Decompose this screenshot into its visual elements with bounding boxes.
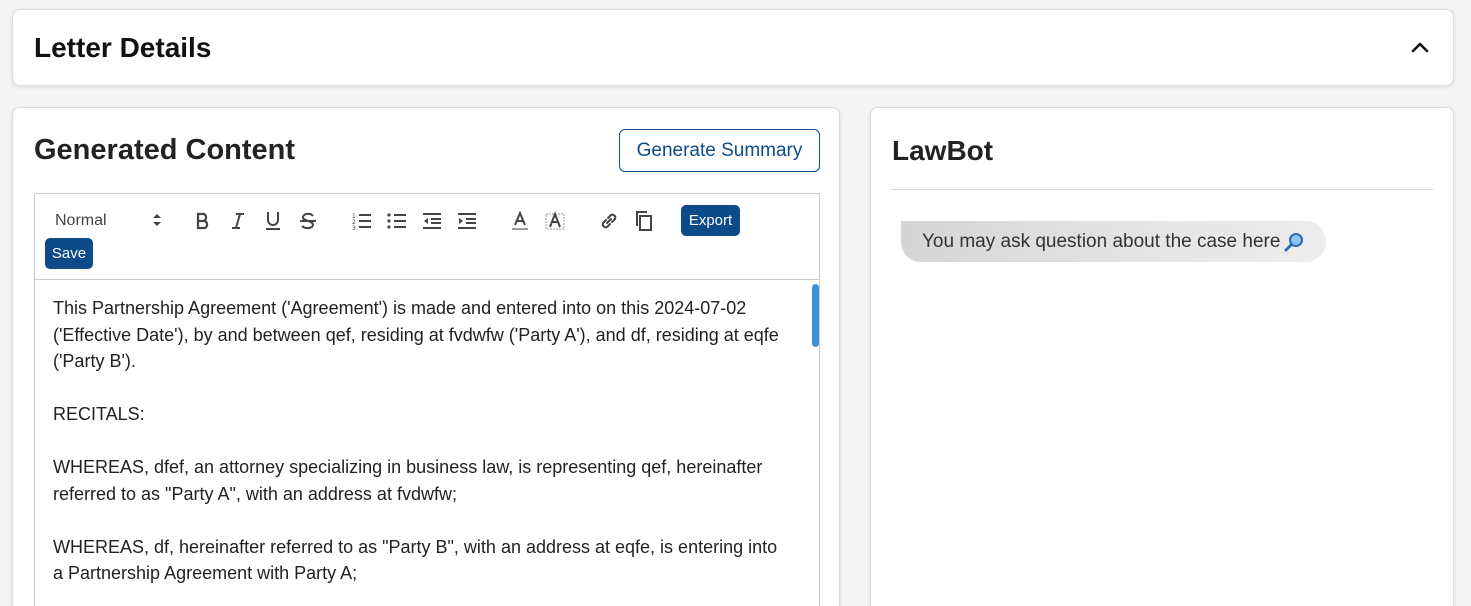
italic-icon[interactable]: [226, 209, 250, 233]
copy-icon[interactable]: [632, 209, 656, 233]
format-select-value: Normal: [55, 212, 107, 229]
lawbot-divider: [891, 189, 1433, 190]
generated-content-panel: Generated Content Generate Summary Norma…: [12, 107, 840, 606]
highlight-color-icon[interactable]: [543, 209, 567, 233]
svg-text:3: 3: [352, 225, 356, 230]
text-color-icon[interactable]: [508, 209, 532, 233]
lawbot-panel: LawBot You may ask question about the ca…: [870, 107, 1454, 606]
editor-toolbar: Normal 123 Export Save: [35, 194, 819, 280]
chevron-up-icon[interactable]: [1409, 36, 1431, 58]
bold-icon[interactable]: [191, 209, 215, 233]
strikethrough-icon[interactable]: [296, 209, 320, 233]
content-paragraph: WHEREAS, dfef, an attorney specializing …: [53, 457, 763, 504]
editor-content[interactable]: This Partnership Agreement ('Agreement')…: [35, 281, 819, 606]
underline-icon[interactable]: [261, 209, 285, 233]
content-paragraph: This Partnership Agreement ('Agreement')…: [53, 298, 779, 371]
generated-content-title: Generated Content: [34, 134, 296, 166]
indent-icon[interactable]: [455, 209, 479, 233]
format-select[interactable]: Normal: [55, 209, 165, 233]
link-icon[interactable]: [597, 209, 621, 233]
generate-summary-button[interactable]: Generate Summary: [619, 129, 820, 172]
magnifier-icon: [1284, 232, 1304, 252]
rich-text-editor: Normal 123 Export Save This Partnership …: [34, 193, 820, 606]
lawbot-greeting: You may ask question about the case here: [922, 230, 1281, 252]
letter-details-panel: Letter Details: [12, 9, 1454, 86]
select-arrows-icon: [151, 211, 163, 234]
save-button[interactable]: Save: [45, 238, 93, 269]
ordered-list-icon[interactable]: 123: [350, 209, 374, 233]
lawbot-title: LawBot: [892, 135, 994, 166]
content-paragraph: RECITALS:: [53, 404, 145, 424]
bullet-list-icon[interactable]: [385, 209, 409, 233]
content-paragraph: WHEREAS, df, hereinafter referred to as …: [53, 536, 778, 584]
editor-scrollbar[interactable]: [812, 284, 819, 347]
outdent-icon[interactable]: [420, 209, 444, 233]
letter-details-title: Letter Details: [34, 32, 212, 63]
export-button[interactable]: Export: [681, 205, 740, 236]
lawbot-message-bubble: You may ask question about the case here: [901, 221, 1327, 262]
